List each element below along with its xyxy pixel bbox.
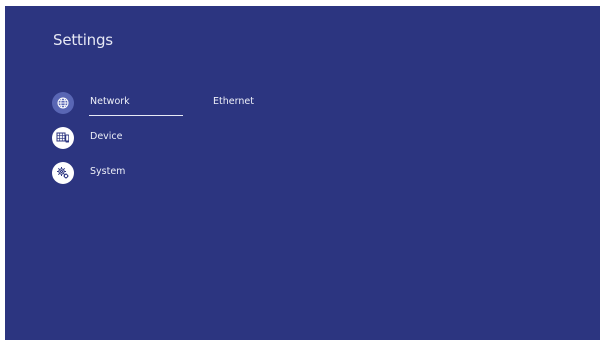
network-option-ethernet[interactable]: Ethernet [213,96,254,107]
menu-item-label: System [90,166,126,177]
selection-underline [89,115,183,116]
menu-item-label: Network [90,96,130,107]
device-icon [52,127,74,149]
globe-icon [52,92,74,114]
menu-item-network[interactable]: Network [52,92,192,127]
menu-item-label: Device [90,131,123,142]
menu-item-device[interactable]: Device [52,127,192,162]
menu-item-system[interactable]: System [52,162,192,197]
gear-icon [52,162,74,184]
settings-menu: Network Device System [52,92,192,197]
settings-screen: Settings Network Device System Ethernet [5,6,600,340]
page-title: Settings [53,31,113,49]
